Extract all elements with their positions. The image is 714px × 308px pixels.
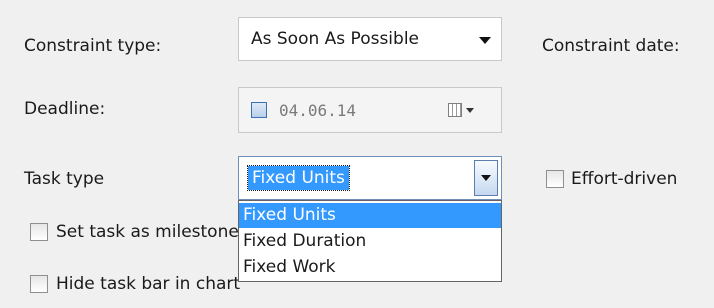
constraint-type-value: As Soon As Possible <box>251 29 420 49</box>
chevron-down-icon[interactable] <box>466 108 474 113</box>
constraint-type-select[interactable]: As Soon As Possible <box>238 17 502 61</box>
milestone-checkbox[interactable] <box>30 223 48 241</box>
calendar-icon[interactable] <box>448 103 462 117</box>
effort-driven-label: Effort-driven <box>571 169 678 189</box>
deadline-label: Deadline: <box>24 99 106 119</box>
option-fixed-units[interactable]: Fixed Units <box>239 203 501 228</box>
hide-task-bar-checkbox[interactable] <box>30 275 48 293</box>
constraint-type-label: Constraint type: <box>24 36 162 56</box>
option-fixed-duration[interactable]: Fixed Duration <box>239 229 501 254</box>
deadline-date-value: 04.06.14 <box>279 101 357 120</box>
task-type-select[interactable]: Fixed Units <box>238 156 502 200</box>
task-type-selected-value: Fixed Units <box>247 165 350 191</box>
effort-driven-checkbox[interactable] <box>546 170 564 188</box>
constraint-date-label: Constraint date: <box>542 36 680 56</box>
task-type-dropdown-button[interactable] <box>474 160 498 196</box>
chevron-down-icon <box>479 37 491 44</box>
task-type-label: Task type <box>24 169 105 189</box>
milestone-label: Set task as milestone <box>56 222 239 242</box>
hide-task-bar-label: Hide task bar in chart <box>56 274 241 294</box>
task-type-dropdown-list: Fixed Units Fixed Duration Fixed Work <box>238 200 502 282</box>
deadline-date-picker[interactable]: 04.06.14 <box>238 87 502 133</box>
chevron-down-icon <box>481 175 491 181</box>
option-fixed-work[interactable]: Fixed Work <box>239 255 501 280</box>
deadline-checkbox[interactable] <box>251 102 267 118</box>
